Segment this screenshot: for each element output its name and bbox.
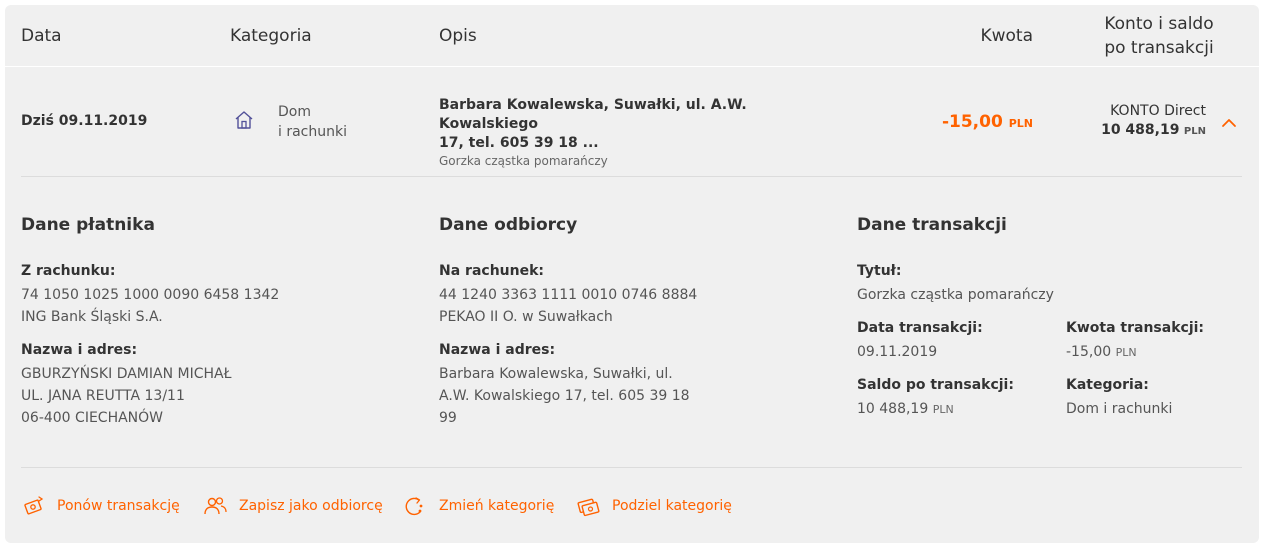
payer-bank: ING Bank Śląski S.A. [21, 309, 163, 325]
change-category-button[interactable]: Zmień kategorię [403, 495, 554, 517]
transaction-balance-label: Saldo po transakcji: [857, 377, 1014, 393]
transaction-amount-currency: PLN [1115, 346, 1137, 359]
transaction-amount: -15,00 PLN [942, 112, 1033, 132]
account-name: KONTO Direct [1110, 103, 1206, 119]
transaction-balance-value: 10 488,19 [857, 401, 929, 417]
transaction-title-label: Tytuł: [857, 263, 902, 279]
transaction-row[interactable]: Dziś 09.11.2019 Dom i rachunki Barbara K… [5, 67, 1259, 177]
transaction-balance-currency: PLN [932, 403, 954, 416]
house-icon [235, 111, 253, 129]
recipient-address-label: Nazwa i adres: [439, 342, 556, 358]
payer-account-number: 74 1050 1025 1000 0090 6458 1342 [21, 287, 280, 303]
column-header-category[interactable]: Kategoria [230, 26, 312, 46]
transaction-amount-detail: -15,00 PLN [1066, 341, 1137, 364]
recipient-address-line1: Barbara Kowalewska, Suwałki, ul. [439, 366, 673, 382]
description-line1: Barbara Kowalewska, Suwałki, ul. A.W. Ko… [439, 97, 747, 132]
description-line2: 17, tel. 605 39 18 ... [439, 135, 599, 151]
recipient-bank: PEKAO II O. w Suwałkach [439, 309, 613, 325]
column-header-balance-line2: po transakcji [1104, 38, 1214, 58]
column-header-date[interactable]: Data [21, 26, 62, 46]
payer-address-line3: 06-400 CIECHANÓW [21, 410, 164, 426]
transaction-title-value: Gorzka cząstka pomarańczy [857, 287, 1054, 303]
repeat-transfer-icon [24, 496, 44, 515]
column-header-amount[interactable]: Kwota [980, 26, 1033, 46]
payer-account-label: Z rachunku: [21, 263, 116, 279]
transaction-date: Dziś 09.11.2019 [21, 113, 148, 129]
action-bar: Ponów transakcję Zapisz jako odbiorcę Zm… [5, 485, 1259, 525]
transaction-description: Barbara Kowalewska, Suwałki, ul. A.W. Ko… [439, 96, 819, 168]
amount-currency: PLN [1008, 117, 1033, 130]
payer-address-label: Nazwa i adres: [21, 342, 138, 358]
transaction-category-label: Kategoria: [1066, 377, 1149, 393]
transaction-balance-detail: 10 488,19 PLN [857, 398, 954, 421]
transaction-category-value: Dom i rachunki [1066, 401, 1173, 417]
transaction-category: Dom i rachunki [278, 102, 388, 142]
transaction-amount-label: Kwota transakcji: [1066, 320, 1205, 336]
split-category-button[interactable]: Podziel kategorię [576, 495, 732, 517]
recipient-section-title: Dane odbiorcy [439, 215, 578, 235]
change-category-label: Zmień kategorię [439, 498, 555, 514]
column-header-balance[interactable]: Konto i saldo po transakcji [1094, 12, 1224, 60]
chevron-up-icon[interactable] [1221, 117, 1237, 129]
split-category-icon [577, 498, 600, 517]
transaction-date-label: Data transakcji: [857, 320, 983, 336]
balance-currency: PLN [1183, 126, 1206, 137]
details-divider-top [21, 176, 1242, 177]
payer-section-title: Dane płatnika [21, 215, 155, 235]
repeat-transaction-label: Ponów transakcję [57, 498, 180, 514]
amount-value: -15,00 [941, 112, 1003, 132]
recipient-address-line2: A.W. Kowalskiego 17, tel. 605 39 18 [439, 388, 690, 404]
details-divider-bottom [21, 467, 1242, 468]
account-balance: KONTO Direct 10 488,19 PLN [1101, 102, 1206, 141]
table-header: Data Kategoria Opis Kwota Konto i saldo … [5, 5, 1259, 67]
recipient-address-line3: 99 [439, 410, 457, 426]
column-header-description[interactable]: Opis [439, 26, 477, 46]
payer-address-line1: GBURZYŃSKI DAMIAN MICHAŁ [21, 366, 232, 382]
save-recipient-button[interactable]: Zapisz jako odbiorcę [203, 495, 383, 517]
transaction-amount-value: -15,00 [1066, 344, 1112, 360]
repeat-transaction-button[interactable]: Ponów transakcję [21, 495, 180, 517]
save-recipient-label: Zapisz jako odbiorcę [239, 498, 383, 514]
balance-value: 10 488,19 [1101, 122, 1180, 138]
transaction-date-value: 09.11.2019 [857, 344, 938, 360]
split-category-label: Podziel kategorię [612, 498, 732, 514]
transaction-panel: Data Kategoria Opis Kwota Konto i saldo … [5, 5, 1259, 543]
recipient-account-number: 44 1240 3363 1111 0010 0746 8884 [439, 287, 698, 303]
description-title: Gorzka cząstka pomarańczy [439, 154, 608, 168]
people-icon [204, 497, 227, 515]
recipient-account-label: Na rachunek: [439, 263, 544, 279]
category-line1: Dom [278, 104, 311, 120]
transaction-section-title: Dane transakcji [857, 215, 1007, 235]
column-header-balance-line1: Konto i saldo [1104, 14, 1214, 34]
category-line2: i rachunki [278, 124, 347, 140]
change-category-icon [405, 497, 423, 516]
payer-address-line2: UL. JANA REUTTA 13/11 [21, 388, 185, 404]
